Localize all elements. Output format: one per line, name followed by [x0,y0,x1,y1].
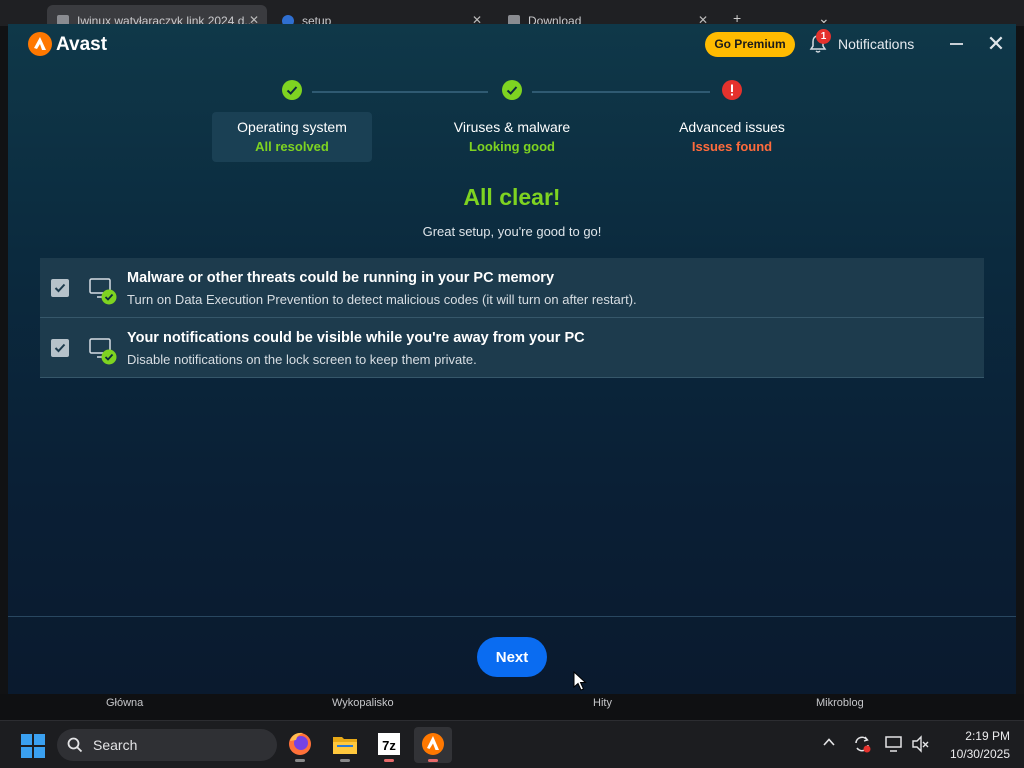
app-running-indicator [295,759,305,762]
nav-link-wykopalisko[interactable]: Wykopalisko [332,697,394,709]
7zip-icon[interactable]: 7z [370,727,408,763]
mouse-cursor-icon [573,671,587,691]
step-title: Advanced issues [679,119,785,135]
step-viruses-malware[interactable]: Viruses & malware Looking good [432,112,592,162]
issue-title: Your notifications could be visible whil… [127,330,585,346]
nav-link-hity[interactable]: Hity [593,697,612,709]
notifications-link[interactable]: Notifications [838,36,914,52]
step-check-icon [282,80,302,100]
step-status: Looking good [469,139,555,154]
close-icon[interactable]: ✕ [986,33,1006,55]
issue-description: Turn on Data Execution Prevention to det… [127,292,637,307]
chevron-up-icon[interactable] [822,735,836,749]
browser-tab-bar: Iwinux watyłaraczyk link 2024 d... ✕ set… [0,0,1024,29]
taskbar: Search 7z 2:19 PM 10/30/2025 [0,720,1024,768]
step-status: All resolved [255,139,329,154]
issue-checkbox[interactable] [51,279,69,297]
clock-time[interactable]: 2:19 PM [944,729,1010,743]
search-label: Search [93,737,138,753]
website-bottom-nav: Główna Wykopalisko Hity Mikroblog [0,694,1024,720]
issue-title: Malware or other threats could be runnin… [127,270,555,286]
nav-link-mikroblog[interactable]: Mikroblog [816,697,864,709]
nav-link-glowna[interactable]: Główna [106,697,143,709]
monitor-check-icon [89,278,117,305]
avast-icon[interactable] [414,727,452,763]
step-check-icon [502,80,522,100]
step-title: Operating system [237,119,347,135]
browser-page-right-edge [1016,26,1024,718]
search-icon [67,737,83,753]
app-running-indicator [340,759,350,762]
app-name: Avast [56,34,108,55]
issue-row[interactable]: Malware or other threats could be runnin… [40,258,984,318]
notification-count-badge: 1 [816,29,831,44]
step-advanced-issues[interactable]: Advanced issues Issues found [652,112,812,162]
browser-page-left-edge [0,26,8,718]
step-connector [532,91,710,93]
go-premium-button[interactable]: Go Premium [705,32,795,57]
step-status: Issues found [691,139,773,154]
network-display-icon[interactable] [884,734,904,754]
app-running-indicator [384,759,394,762]
app-running-indicator [428,759,438,762]
file-explorer-icon[interactable] [326,727,364,763]
7zip-label: 7z [382,738,396,753]
avast-logo-icon [28,32,52,56]
firefox-icon[interactable] [281,727,319,763]
windows-start-icon[interactable] [21,734,45,758]
issue-description: Disable notifications on the lock screen… [127,352,477,367]
issue-row[interactable]: Your notifications could be visible whil… [40,318,984,378]
sync-icon[interactable] [852,734,872,754]
volume-muted-icon[interactable] [910,734,930,754]
issue-checkbox[interactable] [51,339,69,357]
result-headline: All clear! [463,184,561,210]
step-title: Viruses & malware [453,119,571,135]
step-connector [312,91,488,93]
avast-window: Avast Go Premium 1 Notifications ✕ Opera… [8,24,1016,694]
result-subline: Great setup, you're good to go! [422,224,602,239]
step-warning-icon [722,80,742,100]
clock-date[interactable]: 10/30/2025 [938,747,1010,761]
next-button[interactable]: Next [477,637,547,677]
taskbar-search-box[interactable]: Search [57,729,277,761]
footer-divider [8,616,1016,617]
step-operating-system[interactable]: Operating system All resolved [212,112,372,162]
title-bar: Avast Go Premium 1 Notifications ✕ [8,24,1016,66]
monitor-check-icon [89,338,117,365]
minimize-icon[interactable] [948,32,966,56]
